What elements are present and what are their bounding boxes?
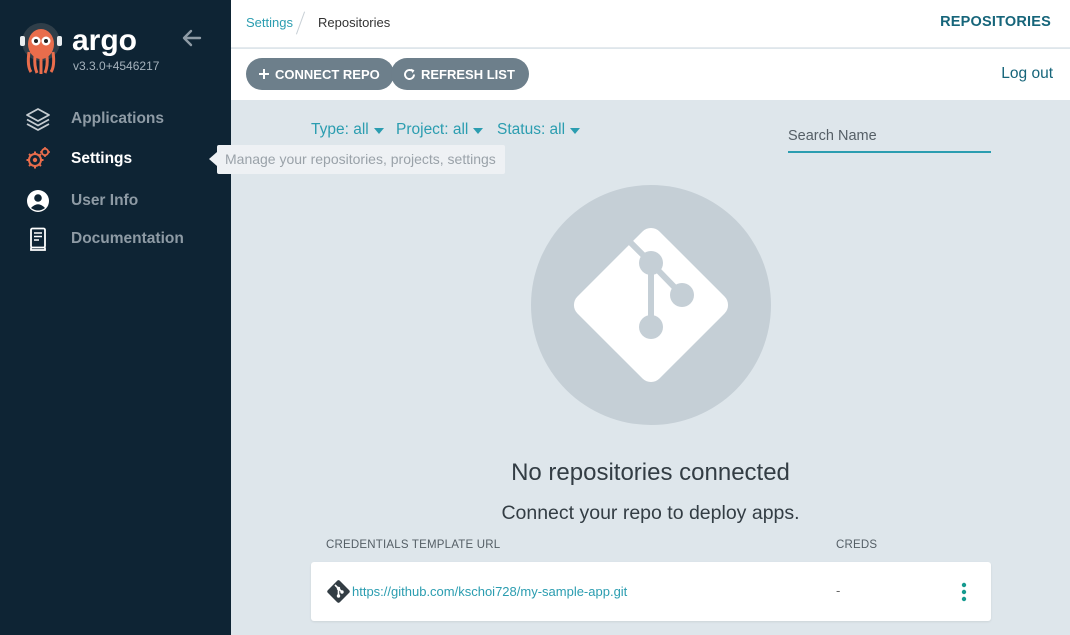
status-filter[interactable]: Status: all bbox=[497, 121, 581, 139]
toolbar: CONNECT REPO REFRESH LIST Log out bbox=[231, 49, 1070, 100]
brand-name: argo bbox=[72, 24, 138, 57]
type-filter[interactable]: Type: all bbox=[311, 121, 384, 139]
caret-down-icon bbox=[570, 128, 581, 134]
project-filter[interactable]: Project: all bbox=[396, 121, 484, 139]
search-input[interactable] bbox=[788, 117, 991, 153]
breadcrumb-separator bbox=[295, 11, 306, 35]
sidebar-item-user-info[interactable]: User Info bbox=[24, 187, 138, 215]
settings-tooltip: Manage your repositories, projects, sett… bbox=[217, 145, 505, 174]
git-icon bbox=[531, 185, 771, 425]
sidebar-item-label: Applications bbox=[71, 110, 165, 127]
page-title: REPOSITORIES bbox=[940, 14, 1051, 30]
caret-down-icon bbox=[473, 128, 484, 134]
collapse-sidebar-icon[interactable] bbox=[180, 26, 204, 50]
sidebar-item-label: User Info bbox=[71, 192, 139, 209]
empty-state-subtitle: Connect your repo to deploy apps. bbox=[501, 502, 800, 524]
argo-logo-icon bbox=[20, 22, 62, 74]
sidebar-item-settings[interactable]: Settings bbox=[24, 145, 132, 173]
user-circle-icon bbox=[24, 187, 52, 215]
layers-icon bbox=[24, 105, 52, 133]
column-header-creds: CREDS bbox=[836, 539, 878, 551]
book-icon bbox=[24, 225, 52, 253]
version-label: v3.3.0+4546217 bbox=[73, 59, 160, 73]
gears-icon bbox=[24, 145, 52, 173]
empty-state-title: No repositories connected bbox=[511, 459, 790, 486]
status-filter-label: Status: all bbox=[497, 121, 566, 138]
sidebar-item-label: Documentation bbox=[71, 230, 184, 247]
project-filter-label: Project: all bbox=[396, 121, 469, 138]
plus-icon bbox=[258, 68, 270, 80]
top-bar: Settings Repositories REPOSITORIES bbox=[231, 0, 1070, 48]
more-vertical-icon[interactable] bbox=[959, 582, 969, 602]
column-header-url: CREDENTIALS TEMPLATE URL bbox=[326, 539, 501, 551]
refresh-list-button[interactable]: REFRESH LIST bbox=[391, 58, 529, 90]
caret-down-icon bbox=[373, 128, 384, 134]
repo-url-link[interactable]: https://github.com/kschoi728/my-sample-a… bbox=[352, 584, 627, 599]
breadcrumb-settings[interactable]: Settings bbox=[246, 15, 293, 30]
connect-repo-label: CONNECT REPO bbox=[275, 66, 380, 82]
tooltip-arrow bbox=[209, 152, 217, 166]
logout-link[interactable]: Log out bbox=[1001, 65, 1053, 83]
connect-repo-button[interactable]: CONNECT REPO bbox=[246, 58, 394, 90]
creds-value: - bbox=[836, 583, 841, 598]
sidebar-item-documentation[interactable]: Documentation bbox=[24, 225, 184, 253]
sidebar-item-label: Settings bbox=[71, 150, 133, 167]
sidebar: argo v3.3.0+4546217 Applications Setting… bbox=[0, 0, 231, 635]
type-filter-label: Type: all bbox=[311, 121, 369, 138]
git-icon bbox=[326, 579, 351, 604]
sidebar-item-applications[interactable]: Applications bbox=[24, 105, 164, 133]
refresh-icon bbox=[403, 68, 416, 81]
table-row[interactable]: https://github.com/kschoi728/my-sample-a… bbox=[311, 562, 991, 621]
breadcrumb-repositories: Repositories bbox=[318, 15, 391, 30]
refresh-list-label: REFRESH LIST bbox=[421, 66, 515, 82]
